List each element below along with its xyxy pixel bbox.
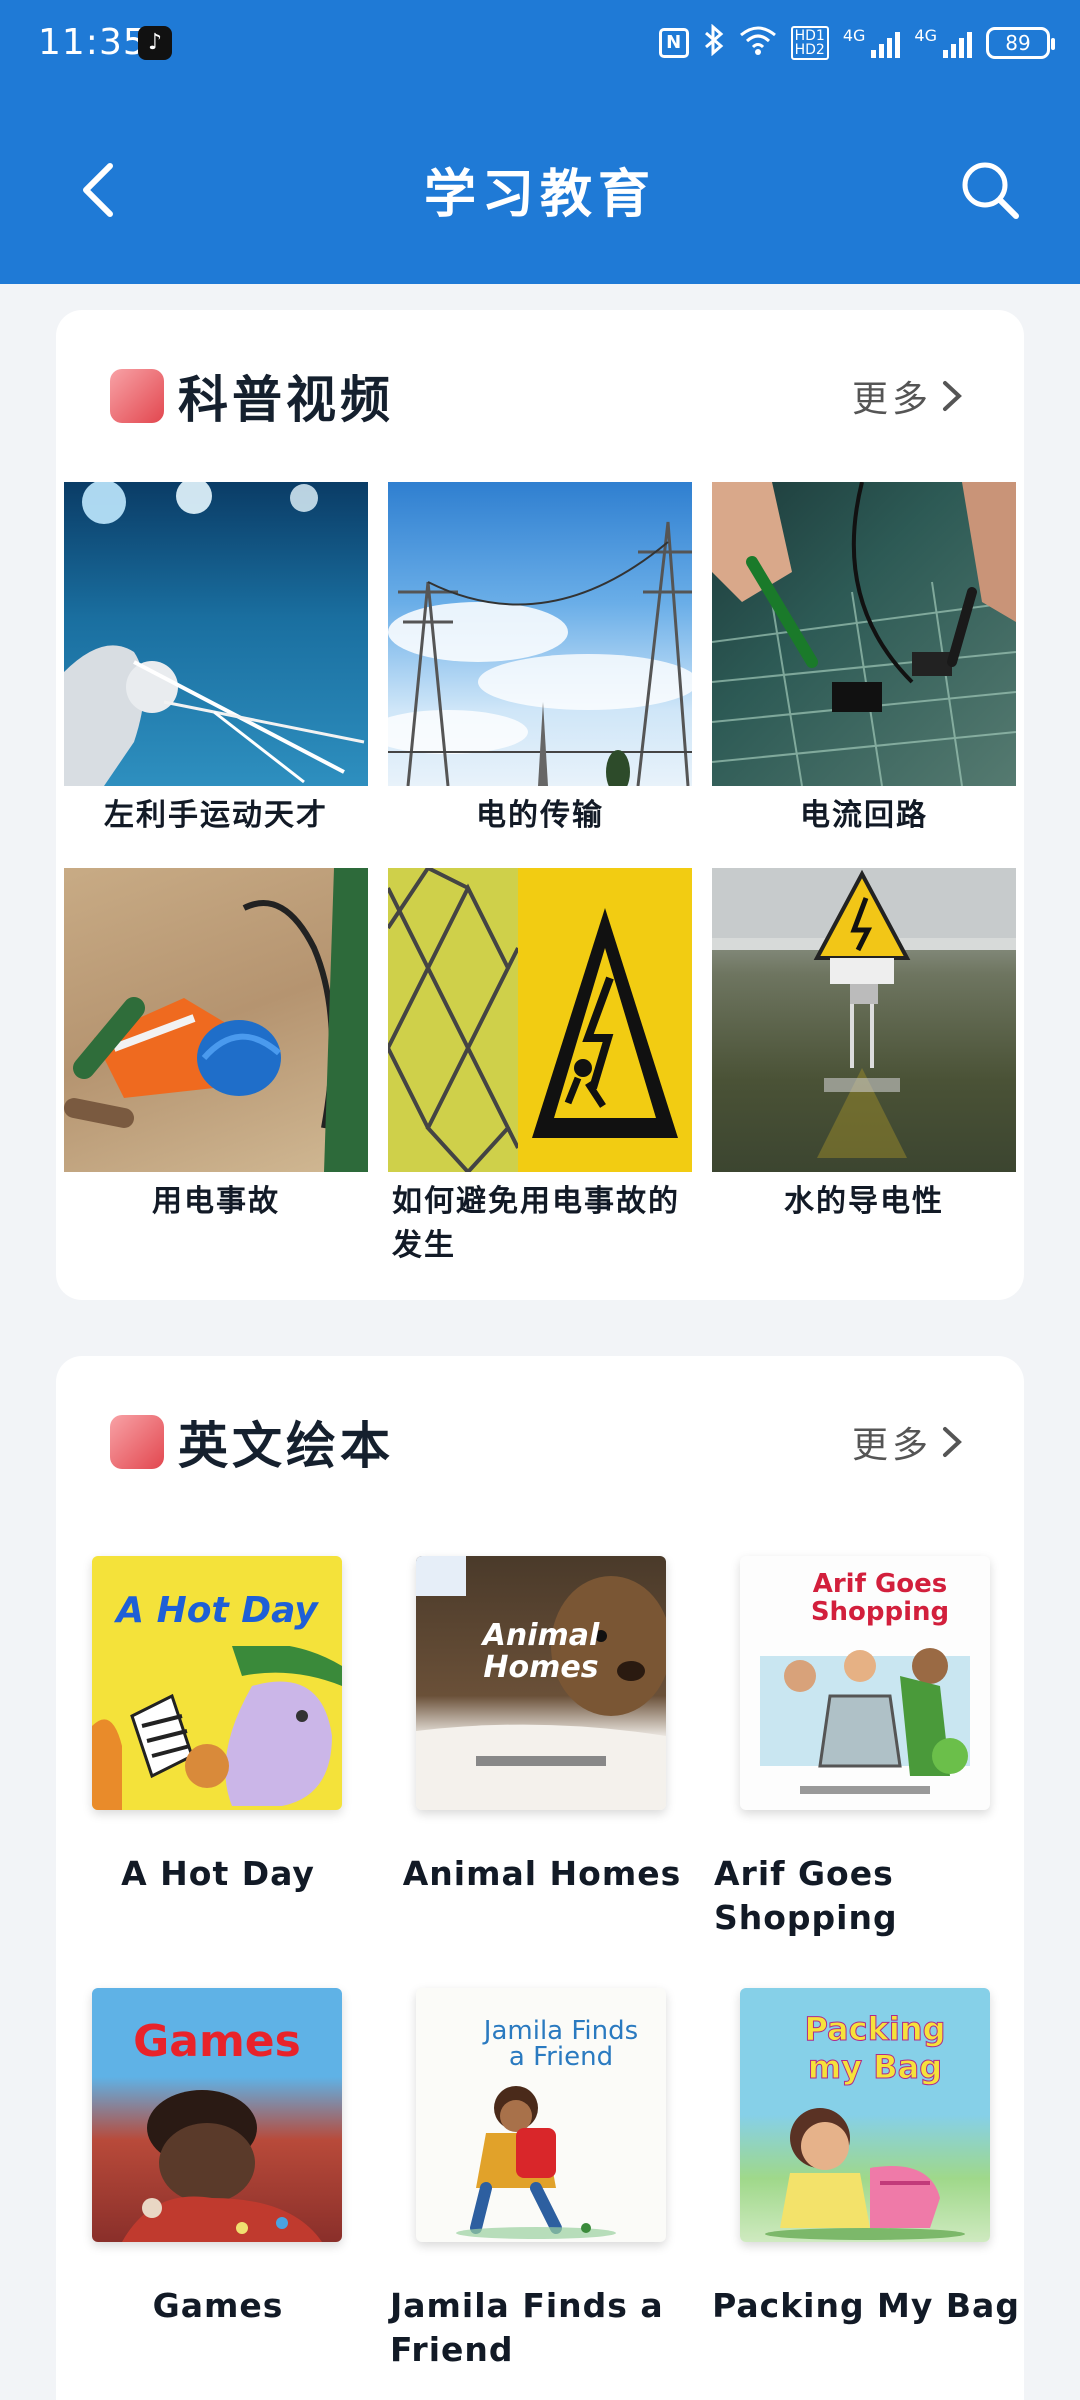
book-cover[interactable]: Animal Homes: [416, 1556, 666, 1810]
video-thumbnail-fencing[interactable]: [64, 482, 368, 786]
book-item[interactable]: Jamila Finds a Friend Jamila Finds a Fri…: [380, 1988, 704, 2400]
section-title: 科普视频: [178, 370, 394, 429]
status-icons: N HD1 HD2 4G 4G 89: [658, 23, 1055, 62]
more-books-button[interactable]: 更多: [852, 1416, 964, 1468]
video-item[interactable]: 用电事故: [64, 868, 368, 1224]
page-title: 学习教育: [423, 164, 656, 225]
network-type-2: 4G: [914, 25, 937, 45]
status-time: 11:35: [38, 22, 147, 63]
english-books-section: 英文绘本 更多 A Hot Day A Hot Day Animal Homes…: [56, 1356, 1024, 2400]
section-title: 英文绘本: [178, 1416, 394, 1475]
video-item[interactable]: 电流回路: [712, 482, 1016, 838]
video-item[interactable]: 如何避免用电事故的发生: [388, 868, 692, 1268]
tiktok-notification-icon: ♪: [138, 26, 172, 60]
video-caption: 水的导电性: [784, 1184, 944, 1219]
book-cover[interactable]: Jamila Finds a Friend: [416, 1988, 666, 2242]
search-icon[interactable]: [958, 158, 1022, 222]
video-thumbnail-power-lines[interactable]: [388, 482, 692, 786]
book-item[interactable]: Packing my Bag Packing My Bag: [704, 1988, 1028, 2400]
book-caption: A Hot Day: [121, 1854, 315, 1893]
video-caption: 如何避免用电事故的发生: [392, 1184, 680, 1263]
book-caption: Packing My Bag: [712, 2286, 1020, 2325]
video-thumbnail-circuit[interactable]: [712, 482, 1016, 786]
video-item[interactable]: 左利手运动天才: [64, 482, 368, 838]
video-item[interactable]: 电的传输: [388, 482, 692, 838]
chevron-right-icon: [943, 1427, 962, 1457]
bluetooth-icon: [703, 23, 725, 62]
book-cover-title: Animal Homes: [482, 1618, 600, 1685]
video-thumbnail-electric-accident[interactable]: [64, 868, 368, 1172]
section-marker-icon: [110, 369, 164, 423]
video-thumbnail-water-conductivity[interactable]: [712, 868, 1016, 1172]
book-cover-title: Jamila Finds a Friend: [483, 2016, 639, 2072]
more-label: 更多: [851, 1425, 932, 1466]
book-cover-title: Arif Goes Shopping: [810, 1569, 950, 1627]
science-video-section: 科普视频 更多 左利手运动天才 电的传输 电流回路 用电事故 如何避免用电事故的…: [56, 310, 1024, 1300]
book-cover[interactable]: Packing my Bag: [740, 1988, 990, 2242]
video-caption: 左利手运动天才: [104, 798, 328, 833]
nfc-icon: N: [658, 28, 689, 58]
section-header: 英文绘本: [110, 1412, 394, 1475]
wifi-icon: [739, 25, 777, 61]
section-header: 科普视频: [110, 366, 394, 429]
battery-icon: 89: [986, 27, 1055, 59]
hd-voice-icon: HD1 HD2: [790, 26, 829, 60]
book-caption: Games: [152, 2286, 284, 2325]
signal-icon-2: [943, 28, 972, 58]
book-cover[interactable]: Arif Goes Shopping: [740, 1556, 990, 1810]
chevron-right-icon: [943, 381, 962, 411]
book-caption: Jamila Finds a Friend: [390, 2286, 664, 2369]
video-caption: 电的传输: [476, 798, 604, 833]
book-item[interactable]: Arif Goes Shopping Arif Goes Shopping: [704, 1556, 1028, 1976]
video-caption: 电流回路: [800, 798, 928, 833]
book-cover-title: Games: [133, 2016, 301, 2067]
book-caption: Arif Goes Shopping: [714, 1854, 898, 1937]
section-marker-icon: [110, 1415, 164, 1469]
book-cover[interactable]: A Hot Day: [92, 1556, 342, 1810]
top-bar: 11:35 ♪ N HD1 HD2 4G 4G 89 学习教育: [0, 0, 1080, 284]
status-bar: 11:35 ♪ N HD1 HD2 4G 4G 89: [0, 0, 1080, 90]
app-header: 学习教育: [0, 130, 1080, 250]
network-type-1: 4G: [842, 25, 866, 45]
book-item[interactable]: Animal Homes Animal Homes: [380, 1556, 704, 1976]
book-item[interactable]: Games Games: [56, 1988, 380, 2400]
video-thumbnail-warning-sign[interactable]: [388, 868, 692, 1172]
book-cover-title: Packing my Bag: [804, 2010, 946, 2087]
signal-icon-1: [871, 28, 901, 58]
more-label: 更多: [851, 379, 932, 420]
video-item[interactable]: 水的导电性: [712, 868, 1016, 1224]
book-caption: Animal Homes: [402, 1854, 682, 1893]
more-videos-button[interactable]: 更多: [852, 370, 964, 422]
video-caption: 用电事故: [152, 1184, 280, 1219]
book-cover-title: A Hot Day: [116, 1590, 318, 1631]
book-cover[interactable]: Games: [92, 1988, 342, 2242]
book-item[interactable]: A Hot Day A Hot Day: [56, 1556, 380, 1976]
